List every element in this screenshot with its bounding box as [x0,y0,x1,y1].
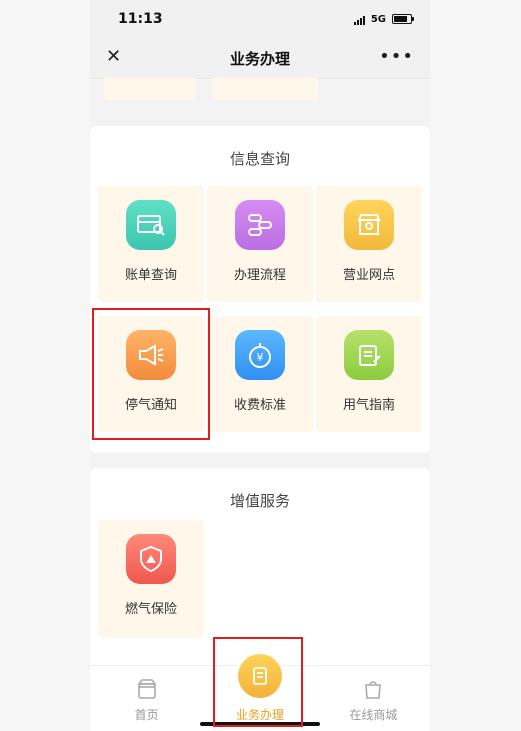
section-title: 信息查询 [229,150,290,168]
tile-fee-standard[interactable]: ¥ 收费标准 [207,316,313,432]
store-icon [344,200,394,250]
shield-icon [126,534,176,584]
tab-online-mall[interactable]: 在线商城 [317,666,430,731]
section-title: 增值服务 [229,492,290,510]
tile-bill-query[interactable]: 账单查询 [98,186,204,302]
signal-icon [353,14,365,25]
tile-gas-guide[interactable]: 用气指南 [316,316,422,432]
tile-label: 收费标准 [233,398,286,413]
svg-text:¥: ¥ [257,351,264,364]
notepad-icon [344,330,394,380]
previous-tile[interactable] [104,78,196,100]
highlight-box-notice [92,308,210,440]
value-added-section: 增值服务 燃气保险 [90,468,430,665]
status-time: 11:13 [118,11,163,27]
network-label: 5G [370,13,386,25]
tile-process[interactable]: 办理流程 [207,186,313,302]
status-bar: 11:13 5G [90,0,430,38]
tile-label: 办理流程 [233,268,286,283]
tile-gas-insurance[interactable]: 燃气保险 [98,520,204,638]
bill-icon [126,200,176,250]
tab-label: 在线商城 [349,708,398,722]
tile-branches[interactable]: 营业网点 [316,186,422,302]
tile-label: 账单查询 [124,268,177,283]
previous-tile[interactable] [212,78,318,100]
status-icons: 5G [353,13,414,25]
highlight-box-tab [213,637,303,727]
flow-icon [235,200,285,250]
more-icon[interactable]: ••• [379,48,414,66]
nav-bar: ✕ 业务办理 ••• [90,38,430,79]
close-icon[interactable]: ✕ [106,48,124,66]
tab-label: 首页 [134,708,159,722]
page-title: 业务办理 [229,49,290,68]
home-icon [136,678,158,700]
tile-label: 用气指南 [342,398,395,413]
tab-home[interactable]: 首页 [90,666,203,731]
battery-icon [392,14,414,24]
tile-label: 燃气保险 [124,602,177,617]
shopping-bag-icon [362,678,384,700]
stopwatch-yuan-icon: ¥ [235,330,285,380]
tile-label: 营业网点 [342,268,395,283]
